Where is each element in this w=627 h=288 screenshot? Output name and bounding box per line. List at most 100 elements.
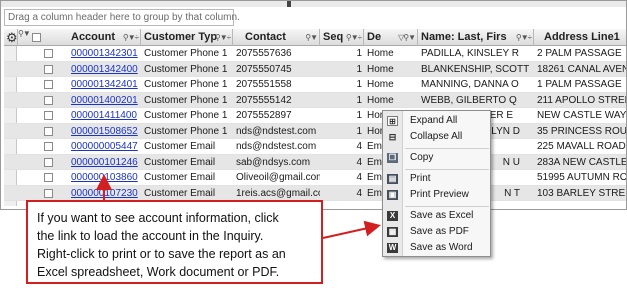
customer-type-cell: Customer Email <box>144 156 216 168</box>
name-cell: MANNING, DANNA O <box>421 79 519 90</box>
menu-item-print-preview[interactable]: ▣ Print Preview <box>383 187 490 203</box>
description-cell: Home <box>367 79 394 90</box>
table-row[interactable]: 000000005447 Customer Email nds@ndstest.… <box>4 139 626 155</box>
address-cell: 225 MAVALL ROAD <box>537 141 626 152</box>
contact-cell: sab@ndsys.com <box>236 156 311 168</box>
table-row[interactable]: 000001411400 Customer Phone 1 2075552897… <box>4 108 627 124</box>
customer-type-cell: Customer Phone 1 <box>144 48 228 59</box>
menu-item-save-as-excel[interactable]: X Save as Excel <box>383 208 490 224</box>
customer-type-cell: Customer Email <box>144 172 216 183</box>
menu-item-label: Print <box>410 173 431 184</box>
menu-item-copy[interactable]: ❐ Copy <box>383 150 490 166</box>
menu-item-label: Save as PDF <box>410 226 469 237</box>
account-link[interactable]: 000001342401 <box>68 77 141 92</box>
callout-line: Right-click to print or to save the repo… <box>37 247 286 261</box>
seq-cell: 4 <box>356 141 362 152</box>
column-filter-icon[interactable]: ⚲▼÷ <box>123 29 139 46</box>
row-checkbox[interactable] <box>44 126 53 136</box>
gear-icon[interactable]: ⚙ <box>6 30 18 45</box>
row-checkbox[interactable] <box>44 80 53 89</box>
address-cell: 51995 AUTUMN ROUT <box>537 172 627 183</box>
seq-cell: 1 <box>356 125 362 137</box>
column-header-seq[interactable]: Seq ⚲▼÷ <box>320 29 364 46</box>
table-row[interactable]: 000001342400 Customer Phone 1 2075550745… <box>4 61 626 77</box>
contact-cell: nds@ndstest.com <box>236 125 317 137</box>
address-cell: 1 PALM PASSAGE <box>537 79 622 90</box>
row-checkbox[interactable] <box>44 111 53 120</box>
address-cell: 103 BARLEY STREET <box>537 187 626 199</box>
instruction-callout: If you want to see account information, … <box>26 200 323 284</box>
callout-line: the link to load the account in the Inqu… <box>37 229 264 243</box>
column-header-customer-type[interactable]: Customer Typ ⚲▼÷ <box>141 29 233 46</box>
row-checkbox[interactable] <box>44 142 53 151</box>
pdf-icon: ▦ <box>387 227 398 237</box>
menu-separator <box>405 148 489 149</box>
account-link[interactable]: 000000103860 <box>68 170 141 185</box>
table-row[interactable]: 000001342301 Customer Phone 1 2075557636… <box>4 46 626 62</box>
callout-line: If you want to see account information, … <box>37 211 279 225</box>
customer-type-cell: Customer Email <box>144 187 216 199</box>
seq-cell: 1 <box>356 63 362 75</box>
menu-item-save-as-pdf[interactable]: ▦ Save as PDF <box>383 224 490 240</box>
customer-type-cell: Customer Phone 1 <box>144 79 228 90</box>
table-row[interactable]: 000000107230 Customer Email 1reis.acs@gm… <box>4 185 626 201</box>
menu-item-expand-all[interactable]: ⊞ Expand All <box>383 113 490 129</box>
row-checkbox[interactable] <box>44 49 53 58</box>
seq-cell: 1 <box>356 79 362 90</box>
account-link[interactable]: 000000005447 <box>68 139 141 154</box>
seq-cell: 4 <box>356 156 362 168</box>
column-header-name[interactable]: Name: Last, Firs ⚲▼÷ <box>418 29 534 46</box>
print-preview-icon: ▣ <box>387 190 398 200</box>
seq-cell: 1 <box>356 110 362 121</box>
table-row[interactable]: 000000103860 Customer Email Oliveoil@gma… <box>4 170 627 186</box>
grid-header: ⚙ ⚲▼ Account ⚲▼÷ Customer Typ ⚲▼÷ Contac… <box>4 29 626 46</box>
column-header-contact[interactable]: Contact ⚲▼ <box>233 29 320 46</box>
description-cell: Home <box>367 94 394 106</box>
column-header-account[interactable]: Account ⚲▼÷ <box>68 29 141 46</box>
menu-item-save-as-word[interactable]: W Save as Word <box>383 240 490 256</box>
row-filter-icon[interactable]: ⚲▼ <box>18 29 31 38</box>
menu-item-label: Expand All <box>410 115 458 126</box>
context-menu: ⊞ Expand All ⊟ Collapse All ❐ Copy ▤ Pri… <box>382 110 491 257</box>
contact-cell: 2075551558 <box>236 79 292 90</box>
column-header-description[interactable]: De ▽⚲▼ <box>364 29 418 46</box>
account-link[interactable]: 000001342301 <box>68 46 141 61</box>
table-row[interactable]: 000001342401 Customer Phone 1 2075551558… <box>4 77 626 93</box>
account-link[interactable]: 000001400201 <box>68 93 141 108</box>
column-header-address[interactable]: Address Line1 <box>534 29 626 46</box>
column-filter-icon[interactable]: ⚲▼ <box>305 29 318 46</box>
row-checkbox[interactable] <box>44 188 53 198</box>
column-filter-icon[interactable]: ▽⚲▼ <box>398 29 416 46</box>
contact-cell: 2075557636 <box>236 48 292 59</box>
address-cell: 2 PALM PASSAGE <box>537 48 622 59</box>
row-checkbox[interactable] <box>44 173 53 182</box>
menu-separator <box>405 206 489 207</box>
table-row[interactable]: 000000101246 Customer Email sab@ndsys.co… <box>4 154 626 170</box>
row-checkbox[interactable] <box>44 64 53 74</box>
column-filter-icon[interactable]: ⚲▼÷ <box>346 29 362 46</box>
table-row[interactable]: 000001508652 Customer Phone 1 nds@ndstes… <box>4 123 627 139</box>
group-by-drop-area[interactable]: Drag a column header here to group by th… <box>4 9 240 26</box>
menu-item-label: Copy <box>410 152 434 163</box>
seq-cell: 1 <box>356 94 362 106</box>
row-checkbox[interactable] <box>44 157 53 167</box>
name-cell: WEBB, GILBERTO Q <box>421 94 517 106</box>
grid-panel: Drag a column header here to group by th… <box>0 0 627 210</box>
contact-cell: 2075550745 <box>236 63 292 75</box>
account-link[interactable]: 000000101246 <box>68 155 141 170</box>
column-header-label: Address Line1 <box>544 31 620 43</box>
row-checkbox[interactable] <box>44 95 53 105</box>
account-link[interactable]: 000001411400 <box>68 108 141 123</box>
column-filter-icon[interactable]: ⚲▼÷ <box>215 29 231 46</box>
top-strip <box>1 1 626 7</box>
menu-item-print[interactable]: ▤ Print <box>383 171 490 187</box>
address-cell: NEW CASTLE WAY <box>537 110 627 121</box>
table-row[interactable]: 000001400201 Customer Phone 1 2075555142… <box>4 92 626 108</box>
column-filter-icon[interactable]: ⚲▼÷ <box>516 29 532 46</box>
menu-item-collapse-all[interactable]: ⊟ Collapse All <box>383 129 490 145</box>
account-link[interactable]: 000000107230 <box>68 186 141 201</box>
account-link[interactable]: 000001342400 <box>68 62 141 77</box>
address-cell: 35 PRINCESS ROUTE <box>537 125 627 137</box>
select-all-checkbox[interactable] <box>32 33 41 42</box>
account-link[interactable]: 000001508652 <box>68 124 141 139</box>
